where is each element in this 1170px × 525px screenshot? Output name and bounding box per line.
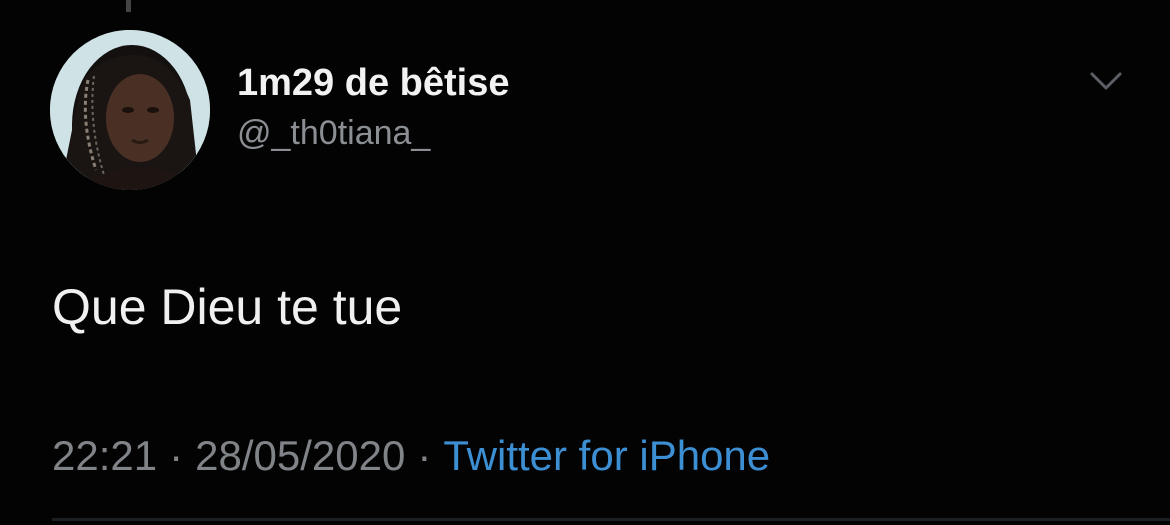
tweet-time: 22:21 — [52, 432, 158, 479]
tweet-date: 28/05/2020 — [195, 432, 406, 479]
avatar[interactable] — [50, 30, 210, 190]
tweet-text: Que Dieu te tue — [52, 279, 403, 335]
tweet-metadata: 22:21 · 28/05/2020 · Twitter for iPhone — [52, 432, 770, 480]
scroll-indicator — [126, 0, 131, 12]
avatar-image — [50, 30, 210, 190]
display-name[interactable]: 1m29 de bêtise — [237, 62, 509, 105]
user-handle[interactable]: @_th0tiana_ — [237, 114, 430, 153]
tweet-card: 1m29 de bêtise @_th0tiana_ Que Dieu te t… — [0, 0, 1170, 525]
tweet-source-link[interactable]: Twitter for iPhone — [443, 432, 770, 479]
meta-separator: · — [417, 432, 432, 479]
meta-separator: · — [169, 432, 184, 479]
divider — [52, 518, 1170, 521]
chevron-down-icon[interactable] — [1086, 66, 1126, 96]
